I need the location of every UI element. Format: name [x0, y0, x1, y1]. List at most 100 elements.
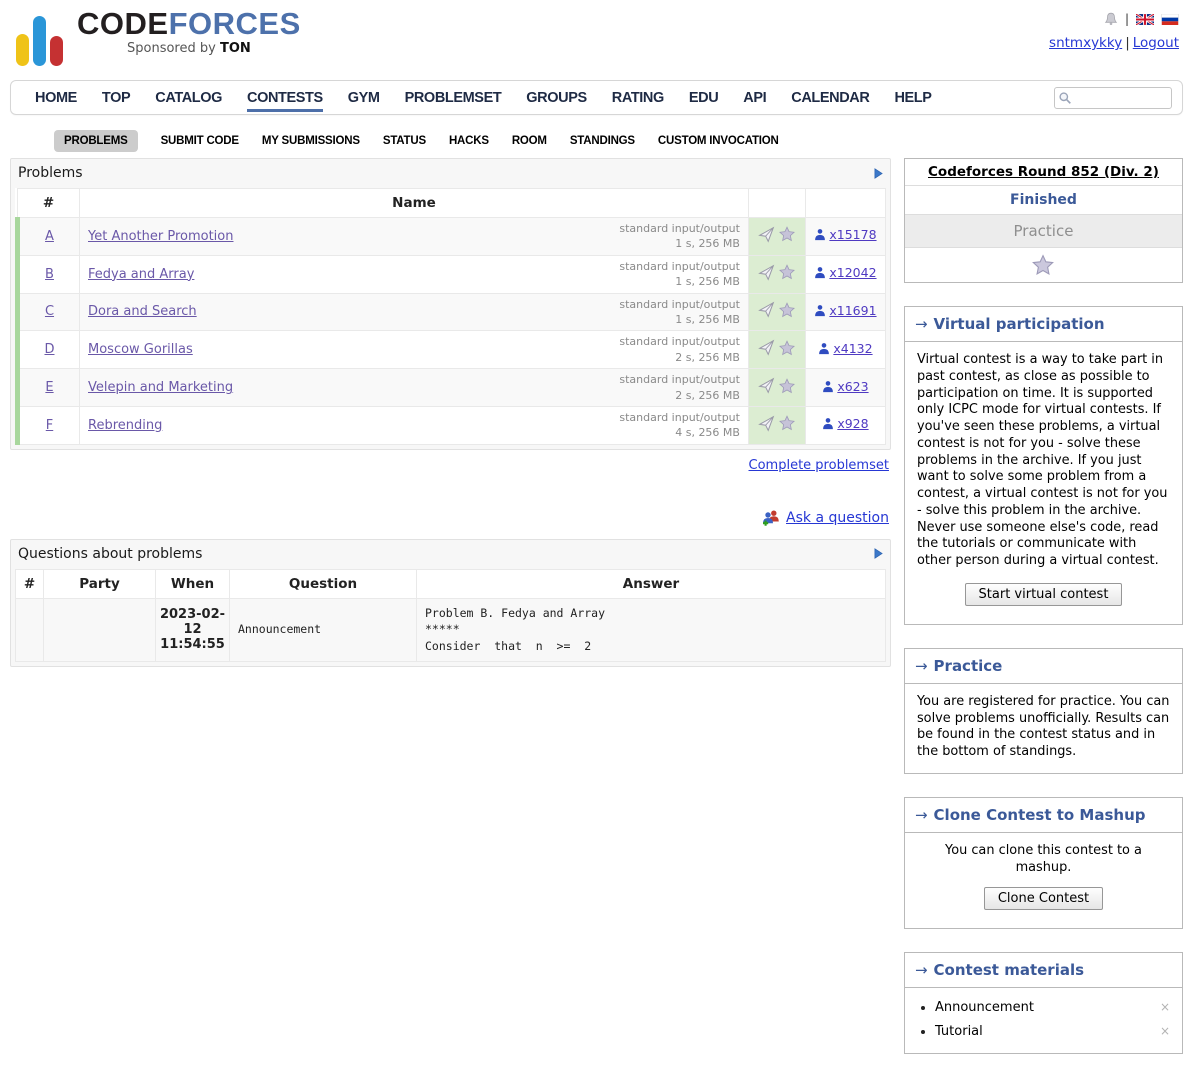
nav-item-rating[interactable]: RATING: [612, 82, 664, 112]
problem-name-link[interactable]: Yet Another Promotion: [88, 229, 233, 244]
nav-item-catalog[interactable]: CATALOG: [155, 82, 222, 112]
star-icon[interactable]: [779, 378, 795, 398]
problem-row: A Yet Another Promotion standard input/out…: [18, 218, 886, 256]
subnav-item-room[interactable]: ROOM: [512, 135, 547, 147]
solved-count-link[interactable]: x4132: [818, 341, 872, 356]
material-link-announcement[interactable]: Announcement: [935, 1000, 1034, 1015]
complete-problemset-link[interactable]: Complete problemset: [749, 458, 889, 473]
submit-plane-icon[interactable]: [758, 415, 775, 436]
subnav-item-my-submissions[interactable]: MY SUBMISSIONS: [262, 135, 360, 147]
clone-mashup-box: →Clone Contest to Mashup You can clone t…: [904, 797, 1183, 929]
problem-letter-link[interactable]: F: [46, 418, 53, 433]
codeforces-logo[interactable]: CODEFORCES Sponsored by TON: [14, 8, 301, 78]
q-col-num: #: [16, 569, 44, 598]
submit-plane-icon[interactable]: [758, 264, 775, 285]
subnav-item-hacks[interactable]: HACKS: [449, 135, 489, 147]
problem-row: DMoscow Gorillasstandard input/output2 s…: [18, 331, 886, 369]
contest-materials-box: →Contest materials ×Announcement×Tutoria…: [904, 952, 1183, 1054]
question-row: 2023-02-12 11:54:55 Announcement Problem…: [16, 598, 886, 661]
close-icon[interactable]: ×: [1160, 1024, 1170, 1038]
problem-letter-link[interactable]: D: [44, 342, 54, 357]
nav-item-top[interactable]: TOP: [102, 82, 130, 112]
collapse-arrow-icon[interactable]: [874, 168, 883, 179]
problem-limits: 4 s, 256 MB: [619, 425, 740, 440]
solved-count-link[interactable]: x623: [822, 379, 868, 394]
ask-question-icon: [762, 509, 780, 527]
material-link-tutorial[interactable]: Tutorial: [935, 1024, 983, 1039]
problems-caption: Problems: [18, 165, 83, 181]
problem-row: CDora and Searchstandard input/output1 s…: [18, 293, 886, 331]
question-num: [16, 598, 44, 661]
problem-name-link[interactable]: Fedya and Array: [88, 267, 194, 282]
problem-name-link[interactable]: Velepin and Marketing: [88, 380, 233, 395]
star-icon[interactable]: [779, 226, 795, 246]
subnav-item-standings[interactable]: STANDINGS: [570, 135, 635, 147]
nav-item-contests[interactable]: CONTESTS: [247, 82, 323, 112]
contest-mode: Practice: [905, 215, 1182, 248]
nav-item-calendar[interactable]: CALENDAR: [791, 82, 869, 112]
material-item: × Announcement: [935, 1000, 1182, 1015]
problem-constraints: standard input/output4 s, 256 MB: [619, 410, 740, 441]
virtual-participation-box: →Virtual participation Virtual contest i…: [904, 306, 1183, 625]
start-virtual-contest-button[interactable]: Start virtual contest: [965, 583, 1123, 606]
problem-io: standard input/output: [619, 259, 740, 274]
virtual-description: Virtual contest is a way to take part in…: [917, 352, 1168, 568]
solved-count-link[interactable]: x928: [822, 416, 868, 431]
problem-io: standard input/output: [619, 221, 740, 236]
bell-icon[interactable]: [1104, 12, 1118, 26]
problem-name-link[interactable]: Rebrending: [88, 418, 162, 433]
logout-link[interactable]: Logout: [1133, 35, 1179, 51]
problem-io: standard input/output: [619, 334, 740, 349]
nav-item-help[interactable]: HELP: [894, 82, 931, 112]
star-icon[interactable]: [779, 415, 795, 435]
username-link[interactable]: sntmxykky: [1049, 35, 1122, 51]
user-separator: |: [1125, 35, 1130, 51]
problem-row: B Fedya and Array standard input/output1 s…: [18, 255, 886, 293]
submit-plane-icon[interactable]: [758, 226, 775, 247]
subnav-item-custom-invocation[interactable]: CUSTOM INVOCATION: [658, 135, 779, 147]
q-col-question: Question: [230, 569, 417, 598]
problem-letter-link[interactable]: E: [45, 380, 53, 395]
person-icon: [814, 266, 826, 279]
nav-item-edu[interactable]: EDU: [689, 82, 718, 112]
problem-letter-link[interactable]: B: [45, 267, 54, 282]
star-icon[interactable]: [779, 340, 795, 360]
star-icon[interactable]: [779, 302, 795, 322]
clone-contest-button[interactable]: Clone Contest: [984, 887, 1103, 910]
flag-ru-icon[interactable]: [1161, 14, 1179, 25]
contest-status: Finished: [905, 186, 1182, 215]
collapse-arrow-icon[interactable]: [874, 548, 883, 559]
nav-item-gym[interactable]: GYM: [348, 82, 380, 112]
close-icon[interactable]: ×: [1160, 1000, 1170, 1014]
favorite-star-icon[interactable]: [905, 248, 1182, 282]
submit-plane-icon[interactable]: [758, 377, 775, 398]
practice-description: You are registered for practice. You can…: [917, 694, 1170, 759]
submit-plane-icon[interactable]: [758, 339, 775, 360]
flag-en-icon[interactable]: [1136, 14, 1154, 25]
question-answer: Problem B. Fedya and Array ***** Conside…: [417, 598, 886, 661]
logo-bars-icon: [16, 10, 67, 66]
nav-item-api[interactable]: API: [743, 82, 766, 112]
solved-count-link[interactable]: x15178: [814, 227, 876, 242]
arrow-icon: →: [915, 806, 928, 824]
problem-constraints: standard input/output1 s, 256 MB: [619, 259, 740, 290]
problem-name-link[interactable]: Moscow Gorillas: [88, 342, 193, 357]
submit-plane-icon[interactable]: [758, 301, 775, 322]
subnav-item-problems[interactable]: PROBLEMS: [54, 130, 138, 152]
nav-item-groups[interactable]: GROUPS: [526, 82, 586, 112]
search-icon: [1058, 91, 1072, 109]
virtual-title: Virtual participation: [934, 315, 1105, 333]
problem-letter-link[interactable]: A: [45, 229, 54, 244]
contest-title-link[interactable]: Codeforces Round 852 (Div. 2): [928, 164, 1159, 180]
problem-name-link[interactable]: Dora and Search: [88, 304, 197, 319]
nav-item-home[interactable]: HOME: [35, 82, 77, 112]
solved-count-link[interactable]: x12042: [814, 265, 876, 280]
star-icon[interactable]: [779, 264, 795, 284]
ask-question-link[interactable]: Ask a question: [786, 510, 889, 526]
problem-letter-link[interactable]: C: [45, 304, 54, 319]
clone-description: You can clone this contest to a mashup.: [945, 843, 1142, 875]
subnav-item-status[interactable]: STATUS: [383, 135, 426, 147]
subnav-item-submit-code[interactable]: SUBMIT CODE: [161, 135, 239, 147]
nav-item-problemset[interactable]: PROBLEMSET: [405, 82, 502, 112]
solved-count-link[interactable]: x11691: [814, 303, 876, 318]
